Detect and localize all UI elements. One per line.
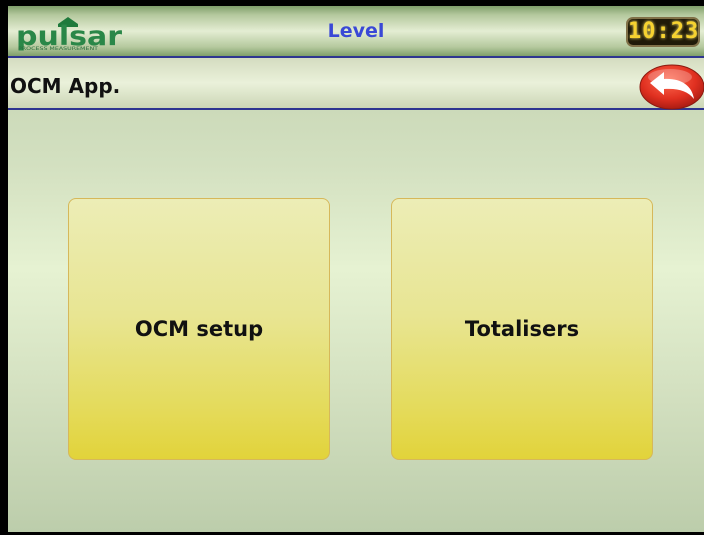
clock-display: 10:23 <box>626 17 700 47</box>
back-arrow-icon <box>639 64 704 110</box>
title-bar: pulsar PROCESS MEASUREMENT Level 10:23 <box>8 6 704 56</box>
totalisers-label: Totalisers <box>464 317 580 341</box>
sub-divider <box>8 108 704 110</box>
sub-header: OCM App. <box>8 58 704 108</box>
totalisers-button[interactable]: Totalisers <box>391 198 653 460</box>
ocm-setup-button[interactable]: OCM setup <box>68 198 330 460</box>
back-button[interactable] <box>636 63 704 111</box>
ocm-setup-label: OCM setup <box>134 317 264 341</box>
screen-title: Level <box>327 20 385 42</box>
page-title: OCM App. <box>10 74 121 98</box>
app-screen: pulsar PROCESS MEASUREMENT Level 10:23 O… <box>8 6 704 532</box>
